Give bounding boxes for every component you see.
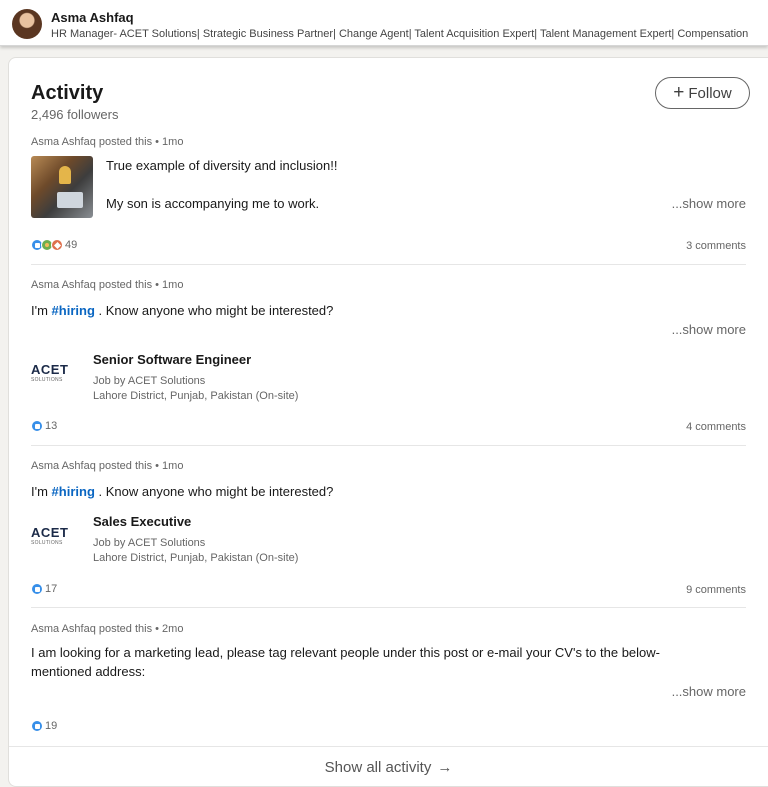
post-text[interactable]: I'm #hiring . Know anyone who might be i…: [31, 301, 333, 320]
post-text-pre: I'm: [31, 303, 52, 318]
comments-count[interactable]: 3 comments: [686, 240, 746, 252]
post-meta: Asma Ashfaq posted this • 1mo: [31, 279, 184, 291]
post-divider: [31, 607, 746, 608]
job-location: Lahore District, Punjab, Pakistan (On-si…: [93, 390, 299, 402]
post-meta: Asma Ashfaq posted this • 1mo: [31, 136, 184, 148]
post-text-post: . Know anyone who might be interested?: [94, 484, 334, 499]
reactions-count[interactable]: 13: [31, 420, 57, 432]
job-company: Job by ACET Solutions: [93, 375, 206, 387]
post-text[interactable]: I am looking for a marketing lead, pleas…: [31, 643, 711, 681]
show-more-link[interactable]: ...show more: [672, 322, 746, 337]
comments-count[interactable]: 9 comments: [686, 584, 746, 596]
company-logo[interactable]: ACET SOLUTIONS: [31, 363, 71, 387]
hashtag-link[interactable]: #hiring: [52, 484, 95, 499]
profile-name[interactable]: Asma Ashfaq: [51, 10, 134, 25]
job-title[interactable]: Sales Executive: [93, 514, 191, 529]
show-all-label: Show all activity: [324, 759, 432, 776]
reactions-number: 17: [45, 583, 58, 595]
company-logo-text: ACET: [31, 525, 69, 540]
job-company: Job by ACET Solutions: [93, 537, 206, 549]
like-reaction-icon: [31, 720, 43, 732]
love-reaction-icon: [51, 239, 63, 251]
post-divider: [31, 445, 746, 446]
reactions-count[interactable]: 19: [31, 720, 57, 732]
reactions-count[interactable]: 49: [31, 239, 77, 251]
followers-count[interactable]: 2,496 followers: [31, 107, 118, 122]
profile-avatar[interactable]: [12, 9, 42, 39]
like-reaction-icon: [31, 420, 43, 432]
post-text-line[interactable]: True example of diversity and inclusion!…: [106, 156, 337, 175]
hashtag-link[interactable]: #hiring: [52, 303, 95, 318]
job-title[interactable]: Senior Software Engineer: [93, 352, 251, 367]
activity-card: Activity 2,496 followers + Follow Asma A…: [8, 57, 768, 787]
post-text-pre: I'm: [31, 484, 52, 499]
company-logo[interactable]: ACET SOLUTIONS: [31, 526, 71, 550]
follow-button[interactable]: + Follow: [655, 77, 750, 109]
post-text-line[interactable]: My son is accompanying me to work.: [106, 194, 319, 213]
image-laptop-shape: [57, 192, 83, 208]
reactions-number: 13: [45, 420, 58, 432]
profile-sticky-header: Asma Ashfaq HR Manager- ACET Solutions| …: [0, 0, 768, 46]
company-logo-subtext: SOLUTIONS: [31, 377, 63, 383]
post-text[interactable]: I'm #hiring . Know anyone who might be i…: [31, 482, 333, 501]
follow-label: Follow: [688, 84, 732, 102]
post-text-post: . Know anyone who might be interested?: [94, 303, 334, 318]
profile-headline: HR Manager- ACET Solutions| Strategic Bu…: [51, 28, 749, 40]
company-logo-subtext: SOLUTIONS: [31, 540, 63, 546]
plus-icon: +: [673, 81, 685, 103]
show-more-link[interactable]: ...show more: [672, 196, 746, 211]
post-meta: Asma Ashfaq posted this • 1mo: [31, 460, 184, 472]
reactions-count[interactable]: 17: [31, 583, 57, 595]
show-more-link[interactable]: ...show more: [672, 684, 746, 699]
show-all-activity-button[interactable]: Show all activity →: [9, 746, 768, 787]
image-subject-shape: [59, 166, 71, 184]
arrow-right-icon: →: [437, 759, 453, 776]
comments-count[interactable]: 4 comments: [686, 421, 746, 433]
reactions-number: 49: [65, 239, 78, 251]
post-meta: Asma Ashfaq posted this • 2mo: [31, 623, 184, 635]
post-divider: [31, 264, 746, 265]
post-image[interactable]: [31, 156, 93, 218]
job-location: Lahore District, Punjab, Pakistan (On-si…: [93, 552, 299, 564]
like-reaction-icon: [31, 583, 43, 595]
activity-title: Activity: [31, 82, 104, 104]
company-logo-text: ACET: [31, 362, 69, 377]
reactions-number: 19: [45, 720, 58, 732]
